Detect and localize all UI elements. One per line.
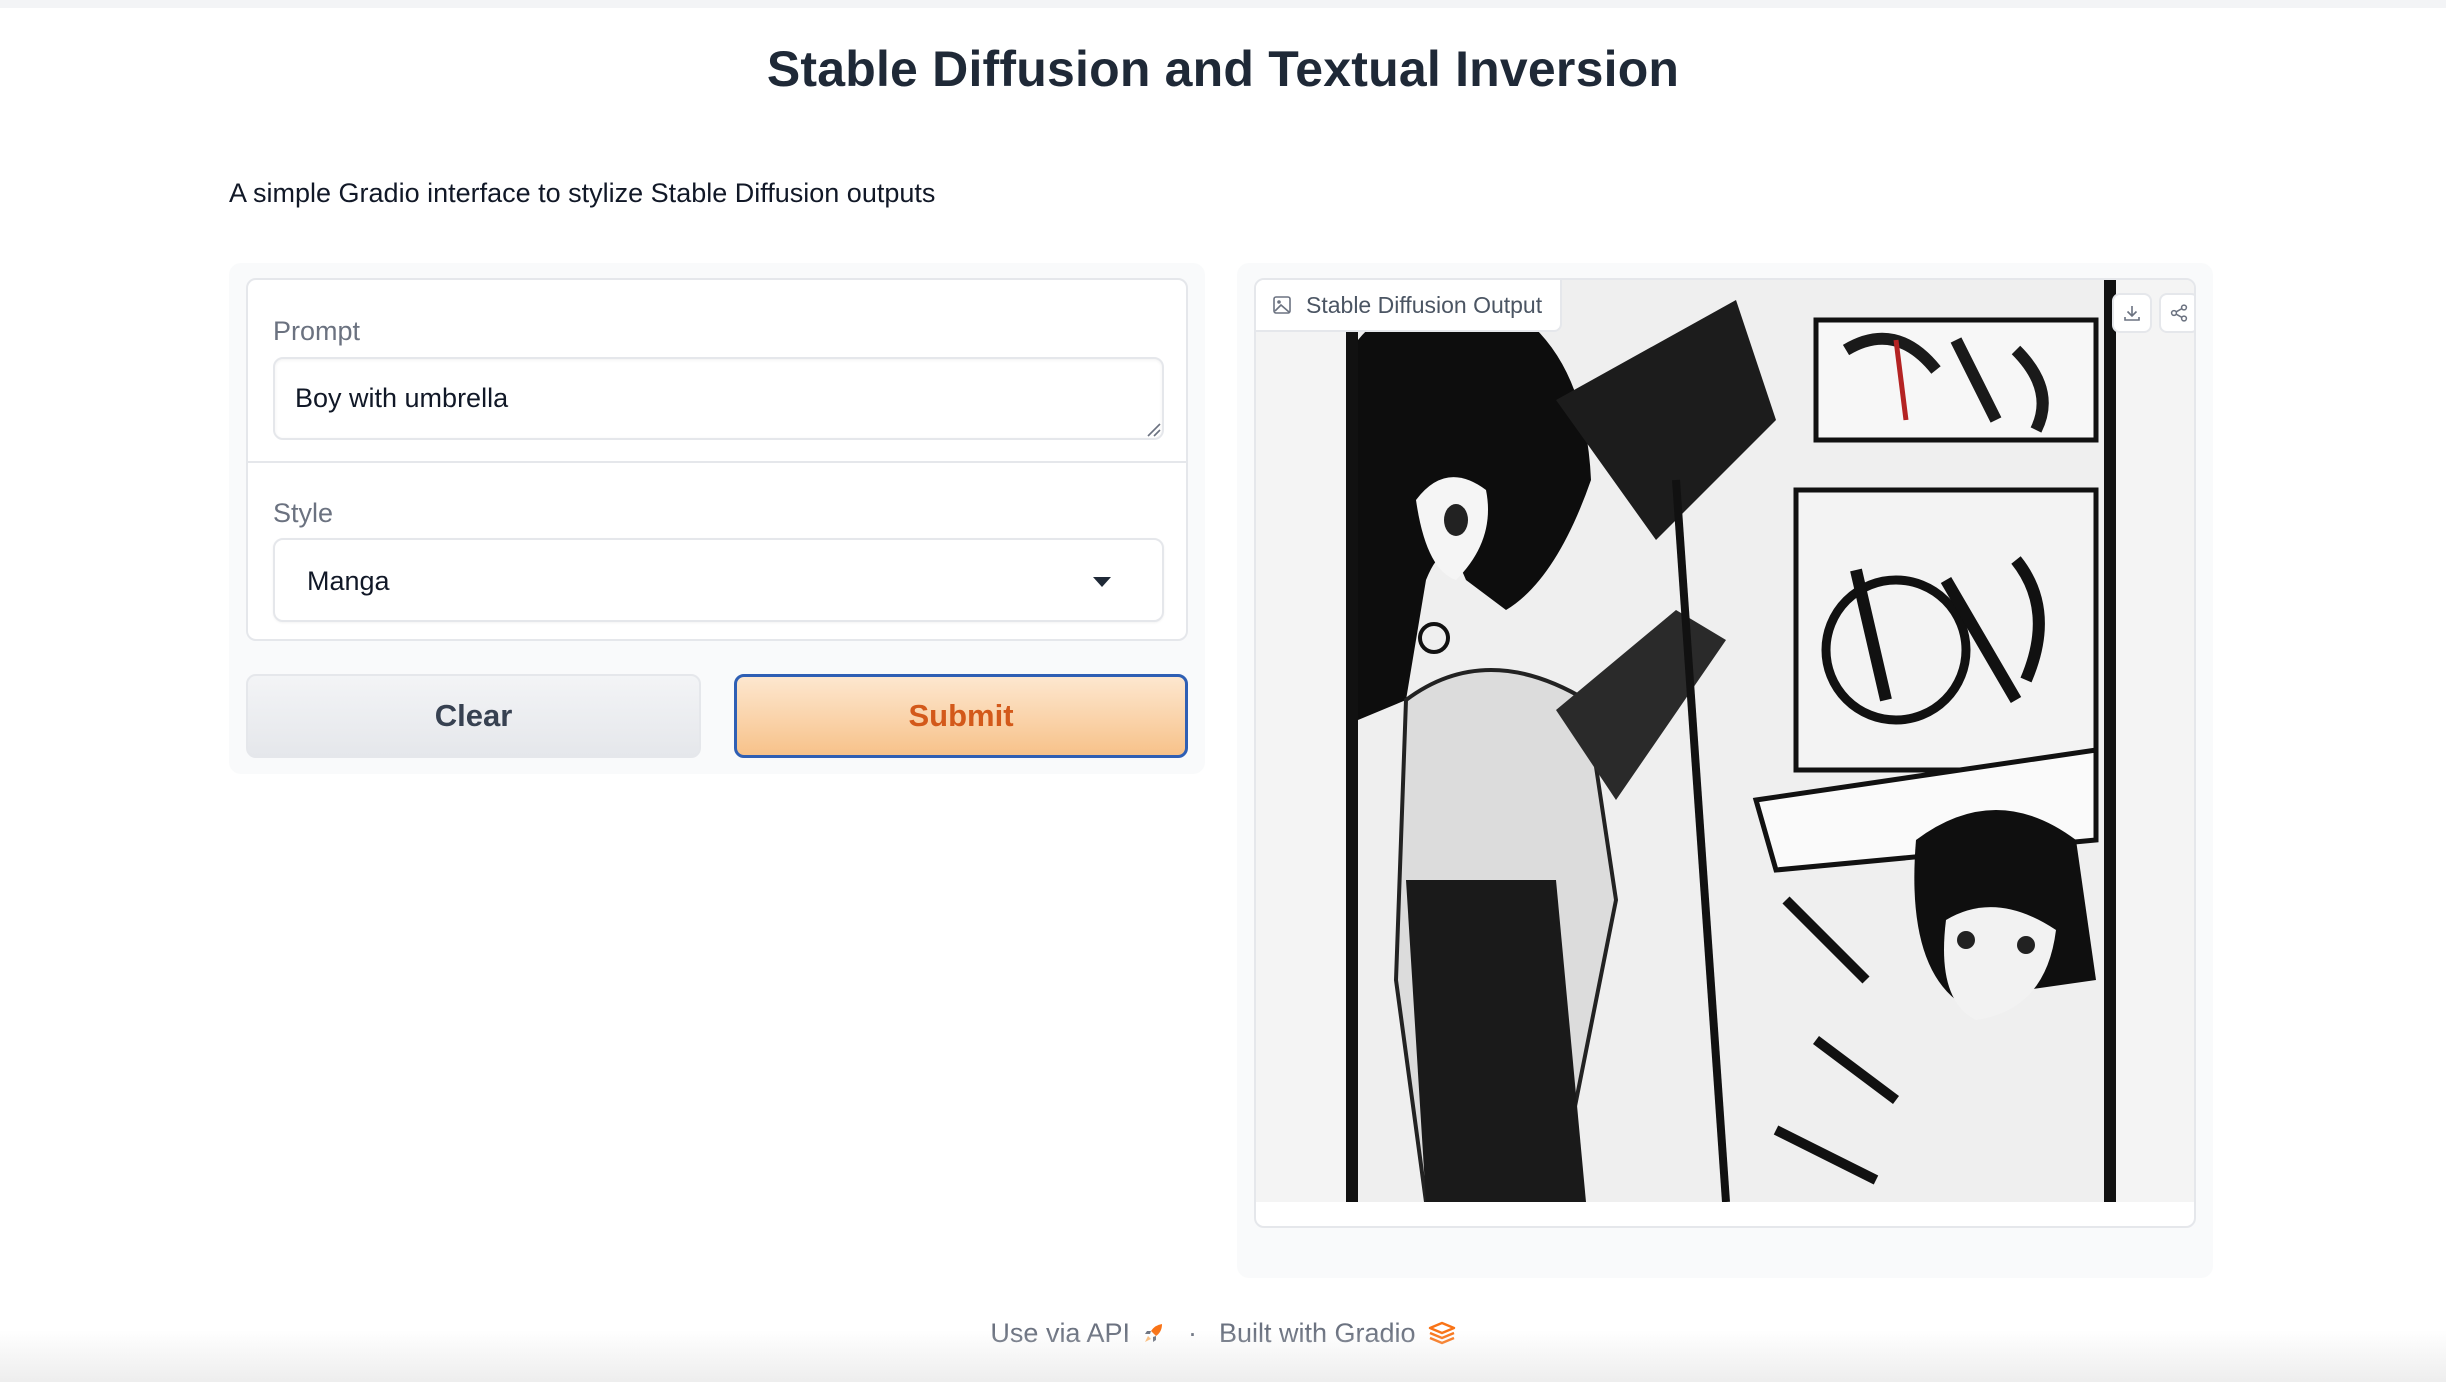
output-label-text: Stable Diffusion Output — [1306, 291, 1543, 318]
footer: Use via API · Built with Gradio — [0, 1313, 2446, 1353]
page-title: Stable Diffusion and Textual Inversion — [766, 41, 1680, 97]
footer-separator: · — [1187, 1317, 1197, 1348]
use-api-label: Use via API — [990, 1317, 1130, 1348]
built-with-gradio-label: Built with Gradio — [1218, 1317, 1416, 1348]
output-image-area — [1256, 280, 2194, 1216]
download-button[interactable] — [2112, 293, 2152, 333]
page-description: A simple Gradio interface to stylize Sta… — [229, 178, 936, 208]
style-selected-value: Manga — [307, 566, 390, 596]
field-divider — [248, 461, 1186, 463]
download-icon — [2124, 306, 2140, 321]
gradio-logo-icon — [1428, 1321, 1455, 1345]
output-panel: Stable Diffusion Output — [1237, 263, 2213, 1278]
input-panel: Prompt Boy with umbrella Style Manga Cle… — [229, 263, 1205, 774]
share-button[interactable] — [2159, 293, 2194, 333]
image-icon — [1273, 296, 1291, 314]
prompt-input[interactable]: Boy with umbrella — [273, 357, 1164, 440]
form-block: Prompt Boy with umbrella Style Manga — [246, 278, 1188, 641]
output-image-card: Stable Diffusion Output — [1254, 278, 2196, 1228]
submit-button[interactable]: Submit — [734, 674, 1188, 758]
output-label: Stable Diffusion Output — [1256, 280, 1563, 332]
use-api-link[interactable]: Use via API — [990, 1318, 1166, 1349]
style-dropdown[interactable]: Manga — [273, 538, 1164, 622]
chevron-down-icon — [1093, 577, 1111, 587]
prompt-label: Prompt — [273, 316, 361, 346]
built-with-gradio-link[interactable]: Built with Gradio — [1219, 1318, 1456, 1349]
clear-button[interactable]: Clear — [246, 674, 701, 758]
rocket-icon — [1144, 1324, 1162, 1342]
resize-handle-icon[interactable] — [1145, 421, 1161, 437]
output-image — [1256, 280, 2194, 1216]
share-icon — [2170, 304, 2188, 322]
top-strip — [0, 0, 2446, 8]
style-label: Style — [273, 498, 334, 528]
